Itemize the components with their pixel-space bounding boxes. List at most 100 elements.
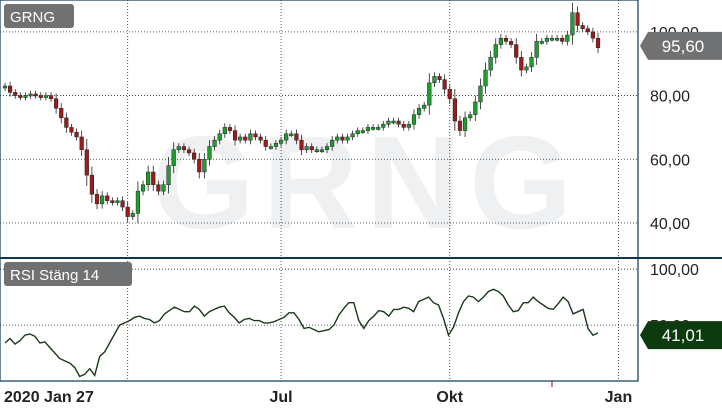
candle-body — [166, 165, 171, 185]
candle-body — [555, 37, 560, 41]
candle-body — [74, 131, 79, 138]
candle-body — [273, 143, 279, 147]
candle-body — [186, 149, 192, 154]
candle-body — [294, 133, 299, 141]
candle-body — [539, 41, 544, 44]
candle-body — [38, 95, 43, 98]
candle-body — [498, 37, 503, 45]
candle-body — [156, 184, 161, 192]
candle-body — [330, 139, 335, 147]
candle-body — [48, 95, 54, 99]
price-y-tick-label: 60,00 — [650, 152, 690, 169]
candle-body — [192, 152, 197, 160]
candle-body — [575, 12, 580, 26]
candle-body — [135, 190, 141, 214]
candle-body — [396, 120, 401, 125]
candle-body — [483, 69, 488, 87]
candle-body — [324, 146, 330, 150]
candle-body — [381, 123, 386, 128]
candle-body — [416, 108, 422, 115]
price-panel-title: GRNG — [4, 4, 74, 28]
candle-body — [8, 85, 13, 93]
candle-body — [176, 146, 181, 150]
candle-body — [442, 79, 447, 90]
candle-body — [18, 95, 23, 98]
candle-body — [309, 146, 314, 150]
candle-body — [289, 133, 294, 137]
candle-body — [197, 159, 202, 173]
candle-body — [268, 146, 273, 149]
x-tick-labels: 2020 Jan 27 Jul Okt Jan — [4, 389, 632, 406]
price-last-value-tag: 95,60 — [640, 31, 722, 60]
price-y-tick-label: 80,00 — [650, 89, 690, 106]
candle-body — [452, 98, 457, 122]
candle-body — [350, 133, 355, 138]
candle-body — [370, 127, 376, 130]
price-last-value-text: 95,60 — [662, 37, 705, 56]
candle-body — [238, 136, 243, 141]
candle-body — [2, 85, 8, 89]
candle-body — [253, 133, 258, 138]
candle-body — [565, 34, 570, 42]
candle-body — [181, 146, 187, 150]
candle-body — [217, 133, 222, 141]
candle-body — [376, 127, 381, 130]
candle-body — [151, 171, 156, 185]
rsi-series-line — [4, 288, 599, 378]
candle-body — [171, 149, 176, 166]
candle-body — [468, 114, 473, 119]
candle-body — [590, 31, 595, 39]
rsi-last-value-text: 41,01 — [662, 326, 705, 345]
candle-body — [227, 127, 233, 131]
candle-body — [432, 76, 437, 84]
candle-body — [544, 37, 549, 42]
candle-body — [386, 120, 391, 125]
candle-body — [299, 139, 304, 150]
candle-body — [202, 159, 207, 173]
candle-body — [411, 114, 417, 125]
candle-body — [447, 88, 452, 99]
candle-body — [248, 133, 253, 141]
candle-body — [427, 82, 432, 106]
candle-body — [120, 200, 125, 208]
candle-body — [54, 98, 59, 109]
candle-body — [478, 85, 483, 103]
candle-body — [340, 136, 345, 141]
candle-body — [69, 127, 74, 133]
candle-body — [360, 130, 365, 133]
candle-body — [391, 120, 396, 124]
candle-body — [560, 37, 565, 42]
candle-body — [401, 123, 406, 128]
candle-body — [115, 200, 120, 203]
candle-body — [549, 37, 555, 41]
rsi-y-tick-label: 100,00 — [650, 262, 699, 279]
x-tick-label: Jul — [269, 389, 292, 406]
candle-body — [33, 93, 38, 97]
candle-body — [84, 149, 89, 176]
candle-body — [509, 41, 514, 45]
candle-body — [406, 123, 411, 128]
candle-body — [462, 117, 468, 131]
candle-body — [595, 37, 601, 49]
candle-body — [79, 136, 84, 150]
candle-body — [258, 136, 263, 141]
chart-watermark: GRNG — [152, 109, 580, 256]
candle-body — [13, 92, 18, 96]
candle-body — [23, 95, 28, 98]
candle-body — [43, 95, 48, 98]
candle-body — [284, 133, 289, 141]
candle-body — [207, 146, 212, 160]
rsi-last-value-tag: 41,01 — [640, 321, 722, 350]
candle-body — [110, 200, 115, 203]
candle-body — [365, 127, 371, 131]
candle-body — [304, 146, 309, 150]
candle-body — [278, 139, 284, 144]
candle-body — [319, 149, 325, 152]
candle-body — [59, 108, 64, 119]
y-tick-labels: 40,0060,0080,00100,0050,00100,00 — [650, 25, 699, 335]
candle-body — [146, 171, 151, 185]
candle-body — [529, 57, 534, 68]
candle-body — [524, 66, 529, 71]
candle-body — [105, 195, 110, 201]
candle-body — [570, 12, 575, 36]
